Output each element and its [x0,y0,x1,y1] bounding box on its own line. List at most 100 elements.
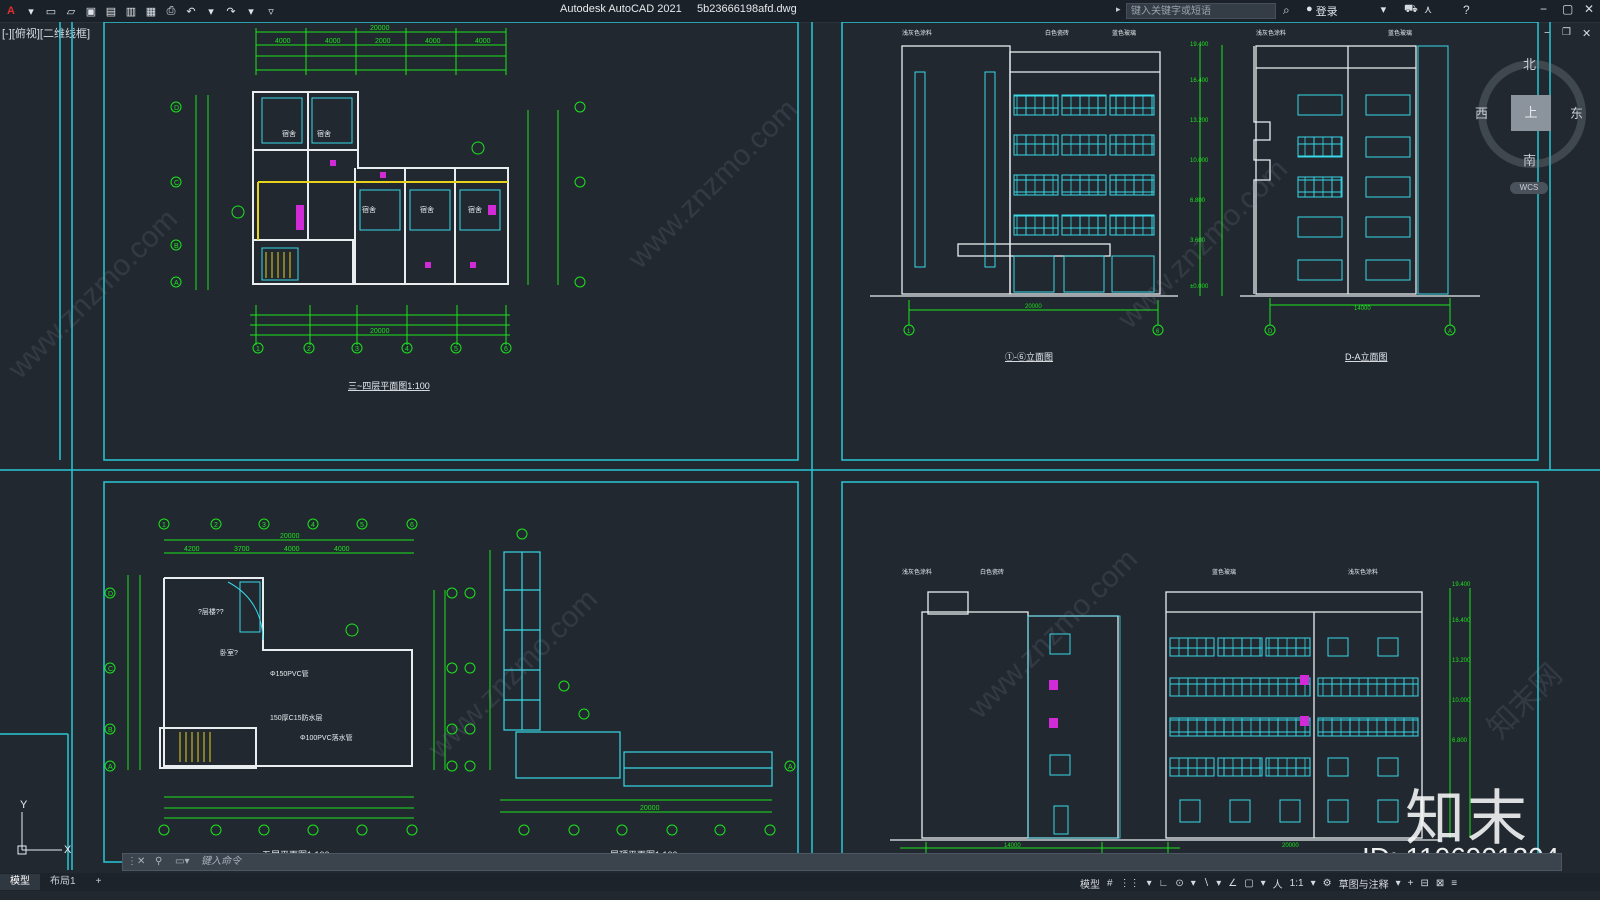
dim-3: 2000 [375,38,391,45]
app-menu-icon[interactable]: A [4,4,18,18]
search-input[interactable]: 键入关键字或短语 [1126,3,1276,19]
new-icon[interactable]: ▭ [44,4,58,18]
tab-model[interactable]: 模型 [0,874,40,890]
elev-mark: 19.400 [1190,42,1209,48]
command-close-icon[interactable]: ✕ [137,854,145,870]
object-snap-dropdown-icon[interactable]: ▾ [1261,878,1266,889]
drawing-canvas[interactable]: 1 2 3 4 5 6 D C B A 20000 4000 4000 2000… [0,22,1600,870]
axis-label-b: B [174,243,179,250]
ortho-icon[interactable]: ∟ [1159,878,1169,889]
elevation-d-a: 14000 D A 浅灰色涂料 蓝色玻璃 D-A立面图 [1240,29,1480,362]
workspace-label[interactable]: 草图与注释 [1339,876,1389,891]
floor-plan-bottom: ?层楼?? 卧室? Φ150PVC管 150厚C15防水层 Φ100PVC落水管… [104,518,458,860]
status-model-button[interactable]: 模型 [1080,876,1100,891]
command-input[interactable]: 键入命令 [201,854,241,870]
close-icon[interactable]: ✕ [1584,2,1594,16]
dim-total-bottom: 20000 [370,328,390,335]
undo-dropdown-icon[interactable]: ▾ [204,4,218,18]
dim-a: 4200 [184,546,200,553]
object-snap-icon[interactable]: ▢ [1244,878,1253,889]
room-label: 宿舍 [317,129,331,138]
search-icon[interactable]: ⌕ [1283,3,1290,18]
axis-label-a: A [788,764,793,771]
publish-icon[interactable]: ▥ [124,4,138,18]
viewcube-north[interactable]: 北 [1523,54,1536,73]
snap-dropdown-icon[interactable]: ▾ [1147,878,1152,889]
app-menu-dropdown-icon[interactable]: ▾ [24,4,38,18]
viewcube-south[interactable]: 南 [1523,150,1536,169]
polar-icon[interactable]: ⊙ [1175,878,1183,889]
autodesk-app-icon[interactable]: ⋏ [1424,3,1432,16]
login-dropdown-icon[interactable]: ▾ [1381,3,1387,19]
workspace-dropdown-icon[interactable]: ▾ [1396,878,1401,889]
isolate-icon[interactable]: ⊟ [1420,878,1428,889]
tab-layout1[interactable]: 布局1 [40,874,86,890]
elev-da-title: D-A立面图 [1345,351,1388,362]
help-icon[interactable]: ? [1463,3,1470,17]
plan-top-title: 三~四层平面图1:100 [348,381,430,391]
elev-mark: 19.400 [1452,582,1471,588]
elev-mark: 6.800 [1452,738,1468,744]
annotation-icon[interactable]: 人 [1273,876,1283,891]
viewcube-west[interactable]: 西 [1475,103,1488,122]
isodraft-icon[interactable]: ∖ [1203,878,1209,889]
axis-label-d: D [108,591,113,598]
minimize-icon[interactable]: − [1540,2,1547,16]
isodraft-dropdown-icon[interactable]: ▾ [1216,878,1221,889]
material-label: 蓝色玻璃 [1388,29,1412,37]
svg-text:X: X [64,844,72,856]
plot-icon[interactable]: ▦ [144,4,158,18]
dim-c: 4000 [284,546,300,553]
window-title: Autodesk AutoCAD 2021 5b23666198afd.dwg [560,3,797,15]
fullscreen-icon[interactable]: ⊠ [1436,878,1444,889]
file-name: 5b23666198afd.dwg [696,3,797,15]
cart-icon[interactable]: ⛟ [1404,3,1418,17]
plan-note: 150厚C15防水层 [270,713,323,722]
elev-dim: 20000 [1282,843,1299,849]
redo-dropdown-icon[interactable]: ▾ [244,4,258,18]
search-expand-icon[interactable]: ▸ [1116,4,1121,15]
workspace-gear-icon[interactable]: ⚙ [1323,878,1332,889]
dim-total: 20000 [280,533,300,540]
viewcube-top-face[interactable]: 上 [1511,95,1551,131]
add-layout-button[interactable]: + [86,874,112,890]
elev-mark: 16.400 [1452,618,1471,624]
save-icon[interactable]: ▣ [84,4,98,18]
print-icon[interactable]: ⎙ [164,4,178,18]
command-grip-icon[interactable]: ⋮ [127,854,137,870]
annotation-scale-dropdown-icon[interactable]: ▾ [1311,878,1316,889]
floor-plan-top: 1 2 3 4 5 6 D C B A 20000 4000 4000 2000… [170,25,586,391]
osnap-icon[interactable]: ∠ [1228,878,1237,889]
open-icon[interactable]: ▱ [64,4,78,18]
command-customize-icon[interactable]: ⚲ [155,854,162,870]
maximize-icon[interactable]: ▢ [1562,2,1573,16]
customize-status-icon[interactable]: ≡ [1451,878,1457,889]
undo-icon[interactable]: ↶ [184,4,198,18]
login-button[interactable]: ● 登录 ▾ [1306,3,1386,19]
material-label: 白色瓷砖 [1045,29,1069,37]
saveas-icon[interactable]: ▤ [104,4,118,18]
command-line[interactable]: ⋮ ✕ ⚲ ▭▾ 键入命令 [122,853,1562,871]
watermark-text: 知末网 [1482,658,1569,745]
snap-icon[interactable]: ⋮⋮ [1120,878,1140,889]
customize-icon[interactable]: ▿ [264,4,278,18]
material-label: 浅灰色涂料 [1348,568,1378,576]
polar-dropdown-icon[interactable]: ▾ [1191,878,1196,889]
wcs-menu[interactable]: WCS [1510,182,1548,194]
dim-4: 4000 [425,38,441,45]
app-name: Autodesk AutoCAD 2021 [560,3,682,15]
viewcube-east[interactable]: 东 [1570,103,1583,122]
axis-label-5: 5 [454,346,458,353]
elev-da-dim: 14000 [1354,306,1371,312]
grid-icon[interactable]: # [1107,878,1113,889]
plus-icon[interactable]: + [1408,878,1414,889]
redo-icon[interactable]: ↷ [224,4,238,18]
elev-mark: 16.400 [1190,78,1209,84]
axis-label-3: 3 [355,346,359,353]
axis-label-6: 6 [410,522,414,529]
room-label: 宿舍 [362,205,376,214]
ucs-icon: Y X [17,799,72,856]
annotation-scale[interactable]: 1:1 [1290,878,1304,889]
watermark-text: www.znzmo.com [421,582,604,765]
command-history-icon[interactable]: ▭▾ [175,854,189,870]
